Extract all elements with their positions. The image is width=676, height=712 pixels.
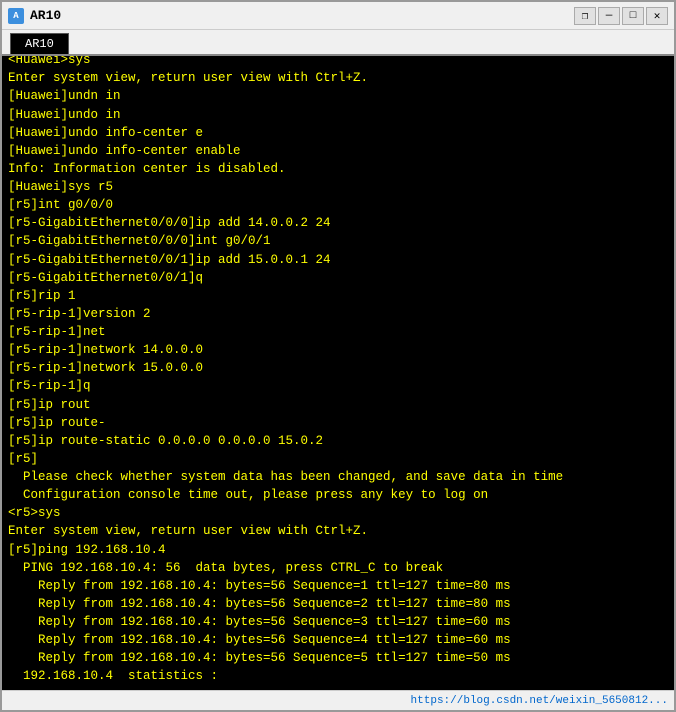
title-bar-left: A AR10 [8, 8, 61, 24]
main-window: A AR10 ❐ — □ ✕ AR10 The device is runnin… [0, 0, 676, 712]
maximize-button[interactable]: □ [622, 7, 644, 25]
terminal-output[interactable]: The device is running!<Huawei>sysEnter s… [2, 56, 674, 690]
close-button[interactable]: ✕ [646, 7, 668, 25]
tab-ar10[interactable]: AR10 [10, 33, 69, 54]
title-bar: A AR10 ❐ — □ ✕ [2, 2, 674, 30]
window-controls: ❐ — □ ✕ [574, 7, 668, 25]
tab-bar: AR10 [2, 30, 674, 56]
app-icon: A [8, 8, 24, 24]
window-title: AR10 [30, 8, 61, 23]
status-url: https://blog.csdn.net/weixin_5650812... [411, 695, 668, 707]
minimize-button[interactable]: — [598, 7, 620, 25]
terminal-container: The device is running!<Huawei>sysEnter s… [2, 56, 674, 690]
status-bar: https://blog.csdn.net/weixin_5650812... [2, 690, 674, 710]
restore-button[interactable]: ❐ [574, 7, 596, 25]
